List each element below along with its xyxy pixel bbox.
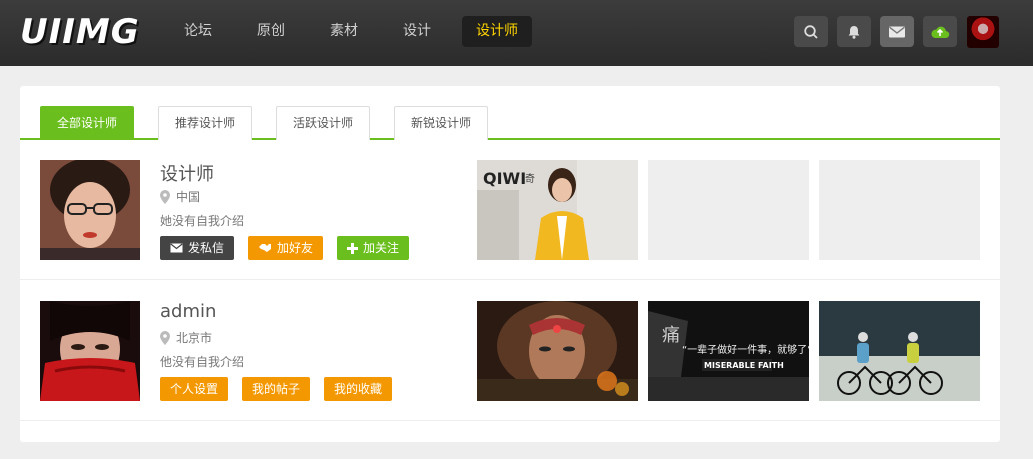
tab-new-designers[interactable]: 新锐设计师: [394, 106, 488, 140]
add-friend-label: 加好友: [277, 241, 314, 255]
designer-name[interactable]: 设计师: [160, 160, 214, 186]
search-icon: [804, 24, 818, 39]
main-nav: 论坛 原创 素材 设计 设计师: [170, 16, 549, 47]
designer-actions: 发私信 加好友 加关注: [160, 236, 423, 260]
designer-panel: 全部设计师 推荐设计师 活跃设计师 新锐设计师 设计师 中国 她没有自我介绍 发…: [20, 86, 1000, 442]
add-friend-button[interactable]: 加好友: [248, 236, 324, 260]
search-button[interactable]: [794, 16, 828, 47]
svg-text:痛: 痛: [662, 325, 680, 346]
mail-icon: [889, 26, 905, 37]
designer-row: admin 北京市 他没有自我介绍 个人设置 我的帖子 我的收藏 痛 “一辈子做…: [20, 281, 1000, 421]
work-thumbnail[interactable]: 痛 “一辈子做好一件事，就够了” MISERABLE FAITH: [648, 301, 809, 401]
user-avatar[interactable]: [967, 16, 999, 48]
thumb-brand-sub: 奇: [525, 172, 535, 185]
personal-settings-button[interactable]: 个人设置: [160, 377, 229, 401]
nav-item-designers[interactable]: 设计师: [462, 16, 532, 47]
designer-avatar[interactable]: [40, 301, 140, 401]
work-thumbnail[interactable]: [477, 301, 638, 401]
messages-button[interactable]: [880, 16, 914, 47]
mail-icon: [170, 243, 183, 253]
thumb-quote-text: “一辈子做好一件事，就够了”: [682, 343, 809, 356]
work-thumbnail[interactable]: QIWI 奇: [477, 160, 638, 260]
location-text: 中国: [176, 190, 201, 204]
follow-button[interactable]: 加关注: [337, 236, 410, 260]
tab-recommended-designers[interactable]: 推荐设计师: [158, 106, 252, 140]
site-logo[interactable]: UIIMG: [20, 12, 140, 52]
top-navigation-bar: UIIMG 论坛 原创 素材 设计 设计师: [0, 0, 1033, 66]
nav-item-forum[interactable]: 论坛: [170, 16, 226, 47]
designer-avatar[interactable]: [40, 160, 140, 260]
send-message-button[interactable]: 发私信: [160, 236, 235, 260]
designer-bio: 她没有自我介绍: [160, 214, 245, 228]
designer-location: 中国: [160, 188, 200, 205]
notifications-button[interactable]: [837, 16, 871, 47]
work-thumbnail-empty: [648, 160, 809, 260]
designer-actions: 个人设置 我的帖子 我的收藏: [160, 377, 406, 401]
bell-icon: [848, 25, 860, 39]
designer-row: 设计师 中国 她没有自我介绍 发私信 加好友 加关注 QIWI 奇: [20, 140, 1000, 280]
plus-icon: [347, 242, 359, 254]
designer-name[interactable]: admin: [160, 301, 216, 322]
work-thumbnail-empty: [819, 160, 980, 260]
send-message-label: 发私信: [188, 241, 225, 255]
my-posts-button[interactable]: 我的帖子: [242, 377, 311, 401]
upload-button[interactable]: [923, 16, 957, 47]
nav-item-materials[interactable]: 素材: [316, 16, 372, 47]
location-pin-icon: [160, 189, 170, 204]
tab-all-designers[interactable]: 全部设计师: [40, 106, 134, 140]
designer-tabs: 全部设计师 推荐设计师 活跃设计师 新锐设计师: [20, 106, 1000, 140]
nav-item-design[interactable]: 设计: [389, 16, 445, 47]
work-thumbnail[interactable]: [819, 301, 980, 401]
nav-item-original[interactable]: 原创: [243, 16, 299, 47]
designer-location: 北京市: [160, 329, 212, 346]
location-pin-icon: [160, 330, 170, 345]
thumb-band-text: MISERABLE FAITH: [704, 361, 784, 370]
thumb-brand-text: QIWI: [483, 169, 526, 188]
follow-label: 加关注: [363, 241, 400, 255]
tab-active-designers[interactable]: 活跃设计师: [276, 106, 370, 140]
handshake-icon: [259, 244, 272, 252]
cloud-upload-icon: [931, 26, 950, 38]
designer-bio: 他没有自我介绍: [160, 355, 245, 369]
my-favorites-button[interactable]: 我的收藏: [324, 377, 393, 401]
location-text: 北京市: [176, 331, 213, 345]
